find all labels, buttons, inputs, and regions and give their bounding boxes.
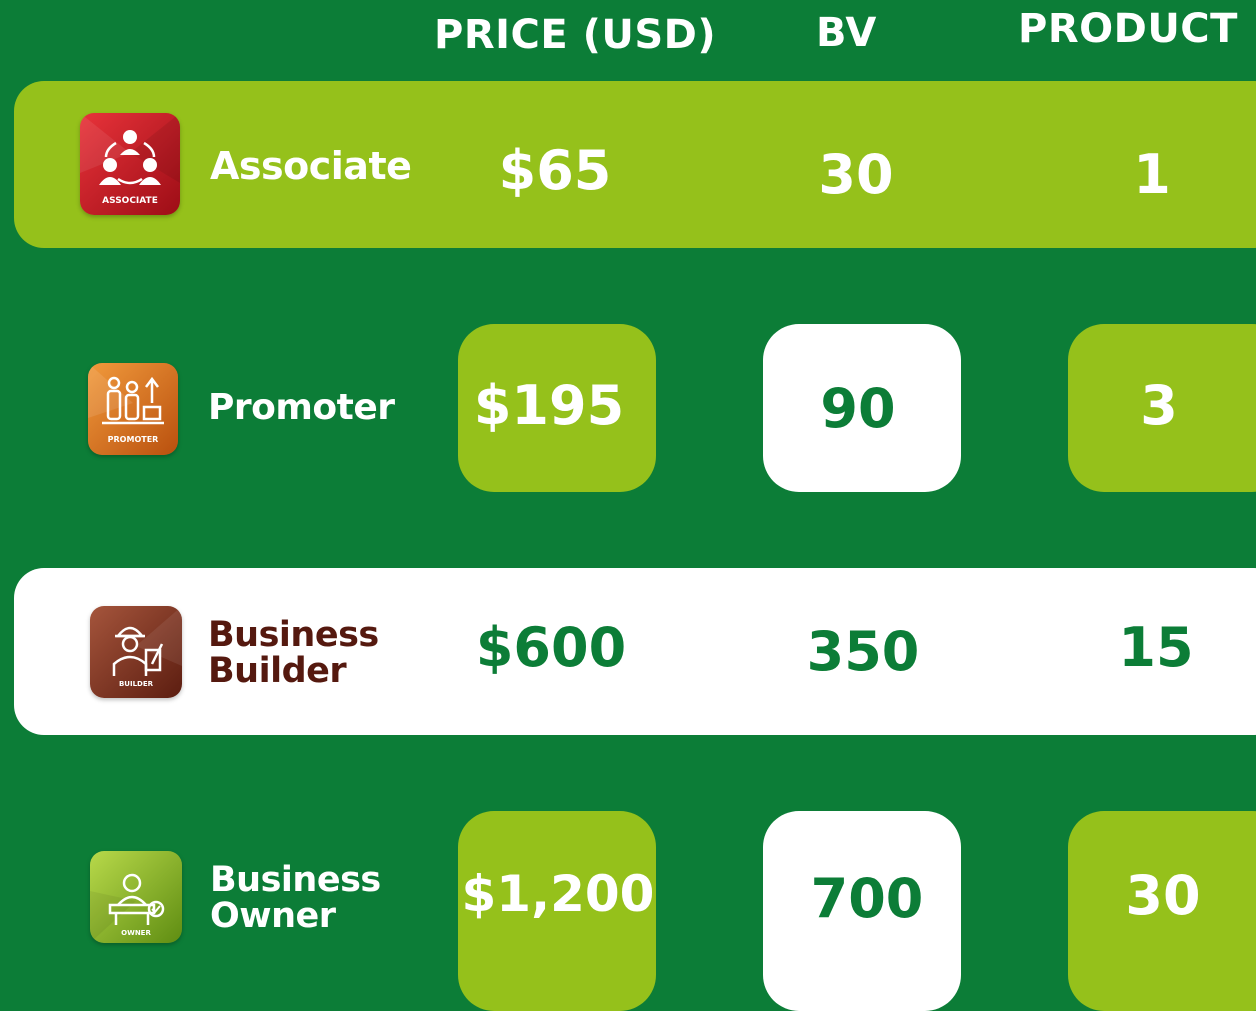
header-price: PRICE (USD) xyxy=(434,12,717,58)
bv-associate: 30 xyxy=(818,143,894,206)
header-product: PRODUCT xyxy=(1018,6,1238,52)
owner-badge: OWNER xyxy=(90,851,182,943)
tier-name-line2: Builder xyxy=(208,651,347,691)
product-business-builder: 15 xyxy=(1118,616,1194,679)
team-icon: ASSOCIATE xyxy=(80,113,180,215)
promoter-badge: PROMOTER xyxy=(88,363,178,455)
product-promoter: 3 xyxy=(1140,374,1178,437)
tier-name-promoter: Promoter xyxy=(208,387,395,428)
price-business-builder: $600 xyxy=(475,616,627,679)
product-associate: 1 xyxy=(1133,143,1171,206)
builder-icon: BUILDER xyxy=(90,606,182,698)
tier-name-associate: Associate xyxy=(210,144,412,188)
tier-name-business-owner: Business Owner xyxy=(210,862,381,934)
bv-business-builder: 350 xyxy=(806,620,920,683)
product-business-owner: 30 xyxy=(1125,864,1201,927)
svg-text:PROMOTER: PROMOTER xyxy=(108,435,159,444)
tier-name-line1: Business xyxy=(210,860,381,900)
associate-badge: ASSOCIATE xyxy=(80,113,180,215)
tier-name-line1: Business xyxy=(208,615,379,655)
price-associate: $65 xyxy=(498,139,612,202)
builder-badge: BUILDER xyxy=(90,606,182,698)
svg-text:ASSOCIATE: ASSOCIATE xyxy=(102,196,158,206)
price-business-owner: $1,200 xyxy=(461,865,655,923)
svg-text:OWNER: OWNER xyxy=(121,929,151,937)
tier-name-line2: Owner xyxy=(210,896,336,936)
header-bv: BV xyxy=(816,10,877,56)
owner-icon: OWNER xyxy=(90,851,182,943)
bv-promoter: 90 xyxy=(820,377,896,440)
svg-text:BUILDER: BUILDER xyxy=(119,680,154,688)
tier-name-business-builder: Business Builder xyxy=(208,617,379,689)
bv-business-owner: 700 xyxy=(810,867,924,930)
price-promoter: $195 xyxy=(473,374,625,437)
growth-icon: PROMOTER xyxy=(88,363,178,455)
